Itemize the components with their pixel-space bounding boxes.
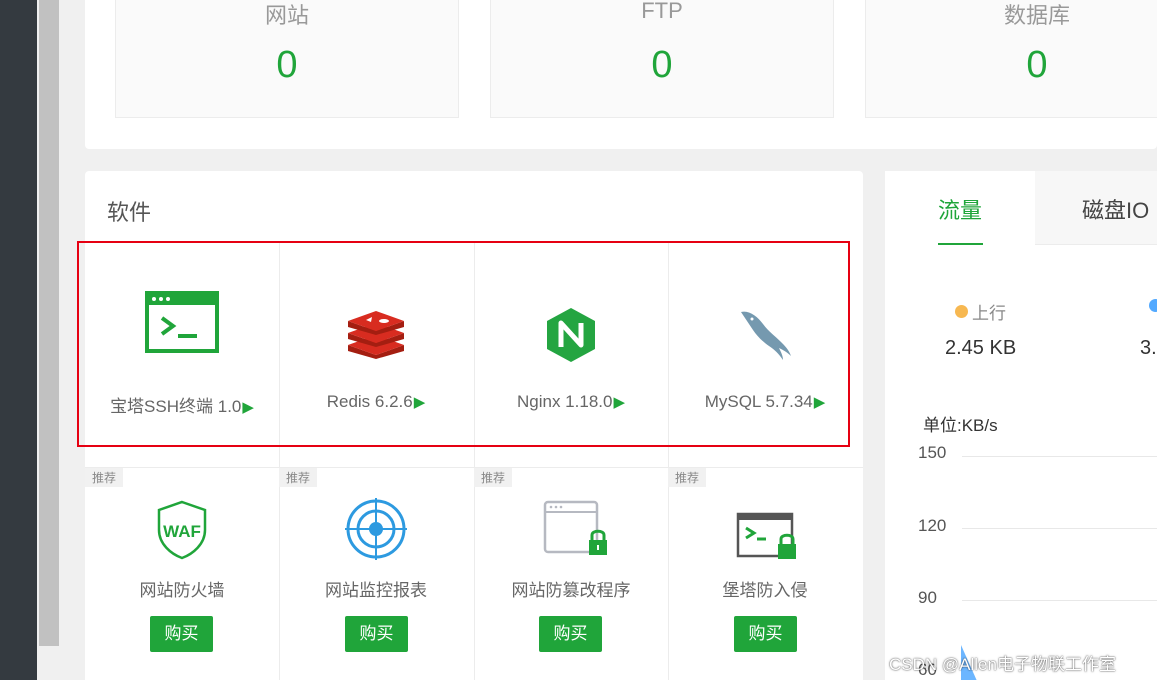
recommend-name: 网站防篡改程序	[511, 581, 631, 600]
recommend-name: 网站防火墙	[139, 581, 225, 600]
sidebar-scrollbar[interactable]	[37, 0, 61, 680]
chart-gridline	[962, 528, 1157, 529]
redis-icon	[348, 311, 404, 359]
recommend-item-waf: 推荐 WAF 网站防火墙 购买	[85, 468, 279, 680]
stat-ftp[interactable]: FTP 0	[490, 0, 834, 118]
stat-value[interactable]: 0	[491, 44, 833, 87]
recommend-tag: 推荐	[85, 468, 124, 487]
buy-button[interactable]: 购买	[345, 616, 408, 652]
tab-underline	[938, 243, 983, 245]
buy-button[interactable]: 购买	[734, 616, 797, 652]
y-tick-label: 120	[918, 516, 947, 535]
legend-download	[1149, 299, 1157, 312]
play-icon: ▶	[413, 394, 426, 411]
play-icon: ▶	[613, 394, 625, 411]
stat-label: 网站	[264, 3, 309, 28]
legend-dot	[955, 305, 968, 318]
traffic-panel: 流量 磁盘IO 上行 2.45 KB 3. 单位:KB/s 150 120 90…	[885, 171, 1157, 680]
recommend-item-monitor: 推荐 网站监控报表 购买	[279, 468, 473, 680]
upload-value: 2.45 KB	[945, 337, 1017, 359]
legend-dot	[1149, 299, 1157, 312]
terminal-lock-icon	[736, 512, 796, 559]
legend-upload: 上行	[955, 299, 1006, 324]
recommend-tag: 推荐	[279, 468, 318, 487]
stat-label: 数据库	[1003, 3, 1070, 28]
chart-gridline	[962, 600, 1157, 601]
software-name[interactable]: 宝塔SSH终端 1.0▶	[85, 392, 279, 417]
software-panel: 软件 宝塔SSH终端 1.0▶ Redis 6.2.6▶ Nginx 1.18.…	[85, 171, 863, 680]
stat-value[interactable]: 0	[116, 44, 458, 87]
recommend-item-tamper: 推荐 网站防篡改程序 购买	[474, 468, 668, 680]
software-name[interactable]: Redis 6.2.6▶	[279, 392, 473, 412]
stat-value[interactable]: 0	[866, 44, 1157, 87]
sidebar	[0, 0, 37, 680]
play-icon: ▶	[242, 399, 254, 416]
legend-label: 上行	[972, 304, 1006, 323]
waf-icon: WAF	[157, 500, 207, 560]
recommend-item-intrusion: 推荐 堡塔防入侵 购买	[668, 468, 862, 680]
stat-sites[interactable]: 网站 0	[115, 0, 459, 118]
chart-unit-label: 单位:KB/s	[923, 416, 998, 435]
stat-label: FTP	[641, 0, 683, 23]
recommend-tag: 推荐	[668, 468, 707, 487]
terminal-icon	[145, 291, 219, 353]
chart-gridline	[962, 456, 1157, 457]
scrollbar-thumb[interactable]	[39, 0, 59, 646]
stat-database[interactable]: 数据库 0	[865, 0, 1157, 118]
software-name[interactable]: Nginx 1.18.0▶	[474, 392, 668, 412]
monitor-target-icon	[345, 498, 407, 560]
y-tick-label: 90	[918, 588, 937, 607]
recommend-name: 网站监控报表	[325, 581, 427, 600]
mysql-icon	[741, 311, 791, 360]
svg-text:WAF: WAF	[163, 522, 201, 541]
buy-button[interactable]: 购买	[539, 616, 602, 652]
nginx-icon	[547, 308, 595, 362]
software-name[interactable]: MySQL 5.7.34▶	[668, 392, 862, 412]
tab-disk-io[interactable]: 磁盘IO	[1035, 171, 1157, 245]
software-title: 软件	[107, 200, 152, 225]
traffic-tabs: 流量 磁盘IO	[885, 171, 1157, 245]
tamper-lock-icon	[543, 500, 607, 555]
watermark: CSDN @Allen电子物联工作室	[889, 655, 1116, 674]
recommend-tag: 推荐	[474, 468, 513, 487]
stats-panel: 网站 0 FTP 0 数据库 0	[85, 0, 1157, 149]
play-icon: ▶	[813, 394, 826, 411]
download-value: 3.	[1140, 337, 1157, 359]
buy-button[interactable]: 购买	[150, 616, 213, 652]
tab-traffic[interactable]: 流量	[885, 171, 1035, 245]
recommend-name: 堡塔防入侵	[722, 581, 808, 600]
y-tick-label: 150	[918, 443, 947, 462]
